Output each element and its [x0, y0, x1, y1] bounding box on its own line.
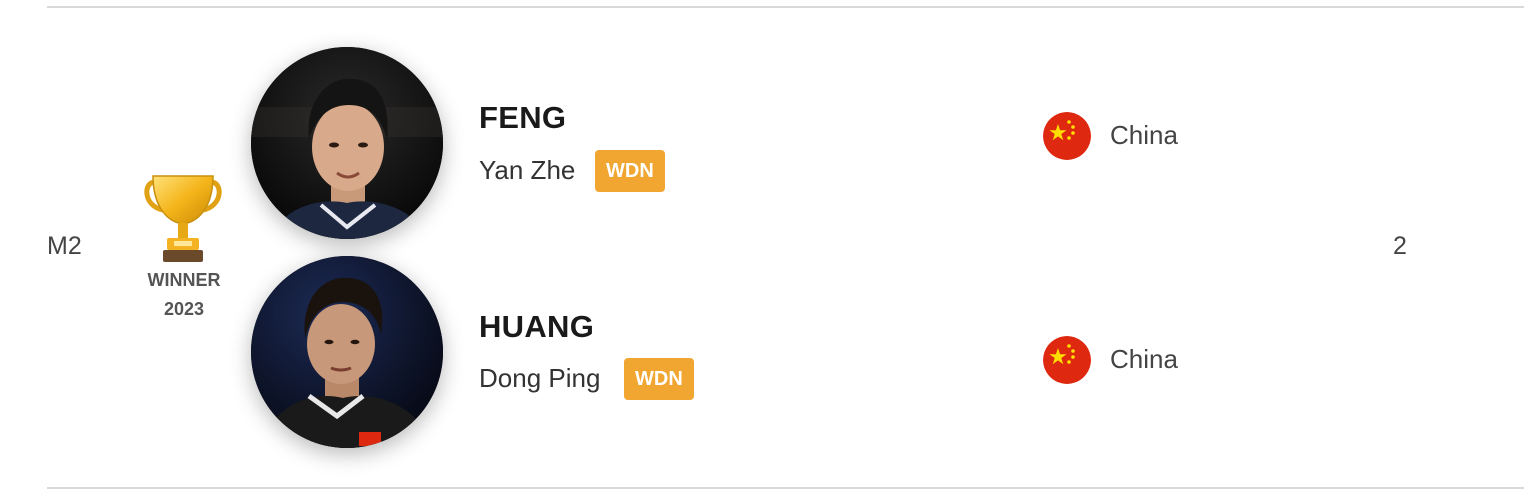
winner-label: WINNER 2023 — [134, 266, 234, 324]
player-1-surname[interactable]: FENG — [479, 100, 566, 136]
player-1-avatar[interactable] — [251, 47, 443, 239]
player-1-badge: WDN — [595, 150, 665, 192]
player-2-surname[interactable]: HUANG — [479, 309, 594, 345]
player-1-given-name[interactable]: Yan Zhe — [479, 155, 575, 186]
seed-label: M2 — [47, 232, 82, 260]
china-flag-icon — [1043, 336, 1091, 384]
player-2-badge: WDN — [624, 358, 694, 400]
player-1-country: China — [1110, 120, 1178, 150]
player-2-avatar[interactable] — [251, 256, 443, 448]
entry-row: M2 WINNER 2023 FENG Yan Zhe WDN HUANG Do… — [0, 0, 1524, 496]
score-value: 2 — [1393, 232, 1407, 260]
china-flag-icon — [1043, 112, 1091, 160]
top-divider — [47, 6, 1524, 8]
winner-text: WINNER — [147, 270, 221, 290]
winner-year: 2023 — [163, 299, 205, 319]
player-2-given-name[interactable]: Dong Ping — [479, 363, 600, 394]
trophy-icon — [141, 172, 225, 264]
player-2-country: China — [1110, 344, 1178, 374]
bottom-divider — [47, 487, 1524, 489]
